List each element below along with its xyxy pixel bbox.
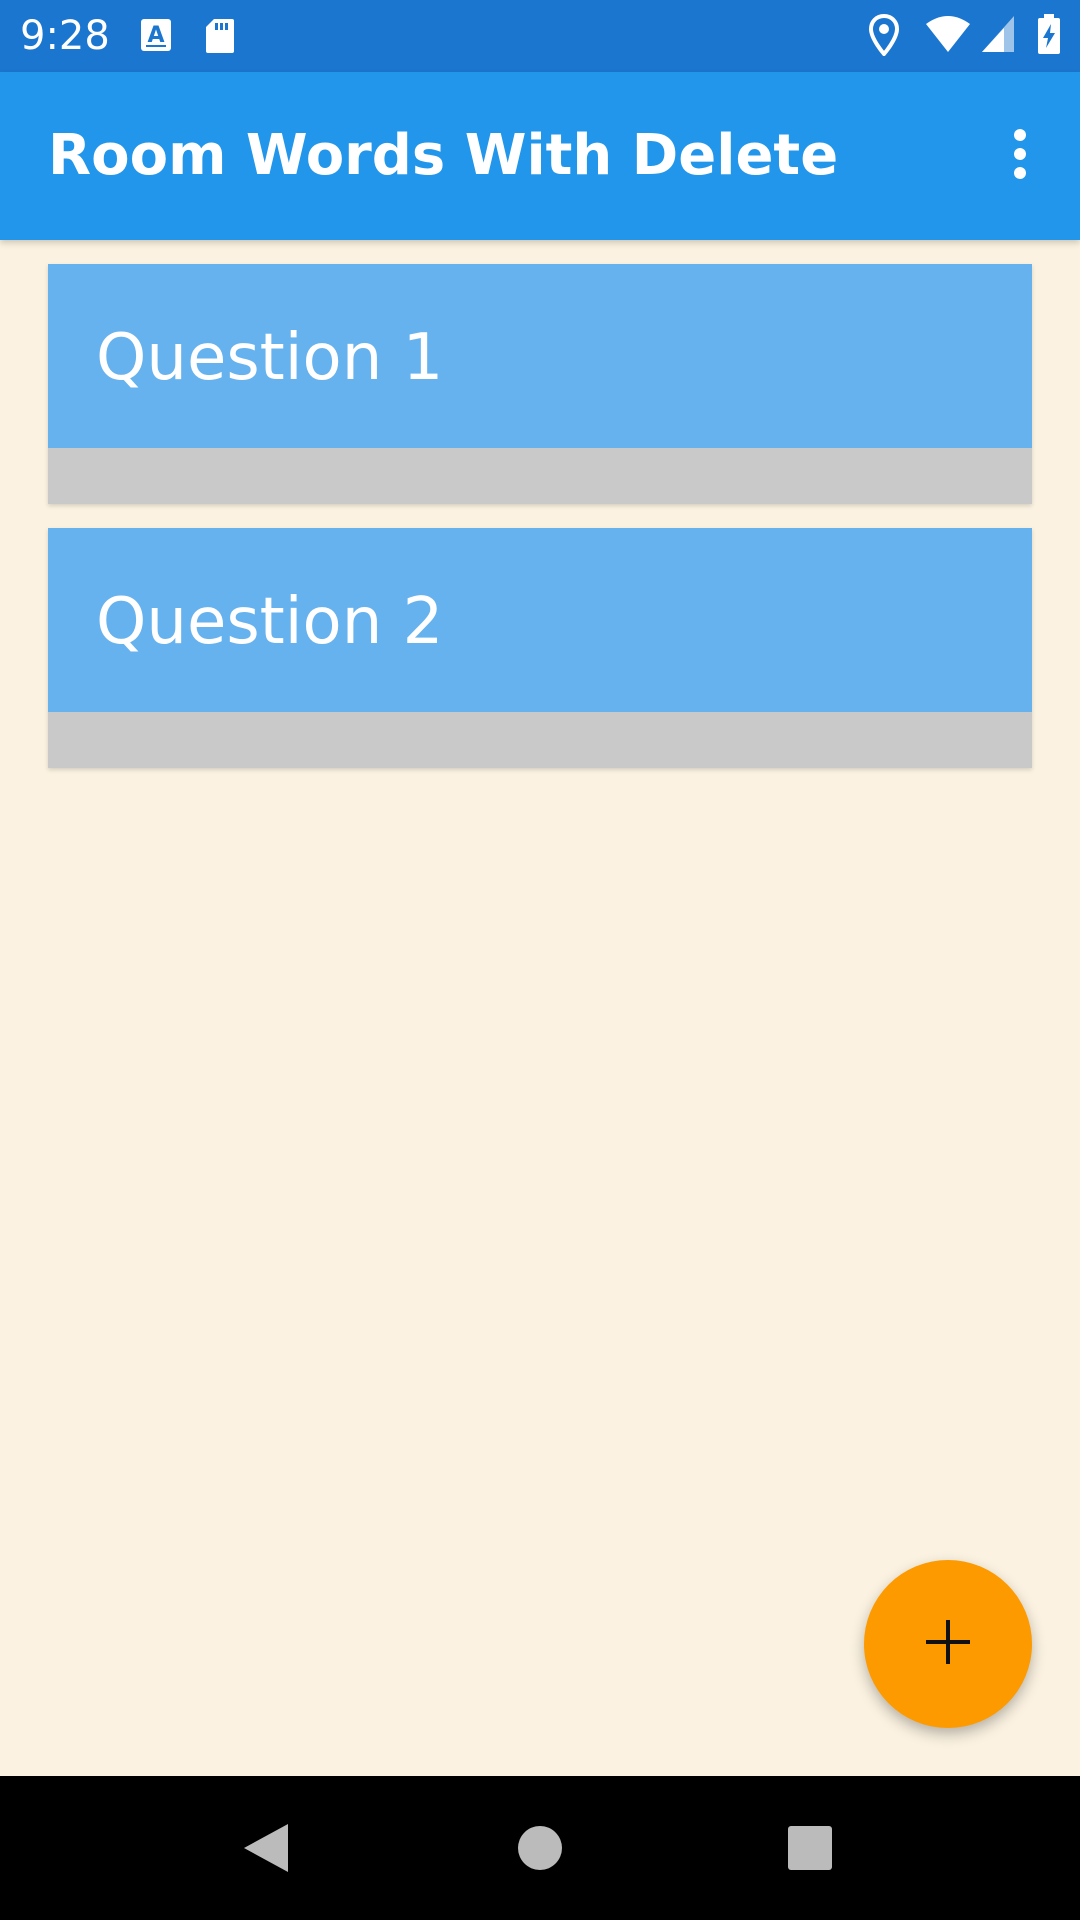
wifi-icon: [924, 14, 972, 58]
sd-card-icon: [205, 18, 235, 58]
status-time: 9:28: [20, 13, 110, 59]
navigation-bar: [0, 1776, 1080, 1920]
list-item-header: Question 2: [48, 528, 1032, 712]
back-icon: [228, 1824, 308, 1892]
font-a-icon: A: [140, 18, 172, 56]
home-icon: [500, 1826, 580, 1892]
svg-text:A: A: [147, 23, 164, 48]
battery-charging-icon: [1036, 14, 1062, 60]
recents-button[interactable]: [770, 1808, 850, 1888]
list-item-header: Question 1: [48, 264, 1032, 448]
list-item-label: Question 2: [96, 585, 444, 659]
status-bar: 9:28 A: [0, 0, 1080, 72]
app-bar: Room Words With Delete: [0, 72, 1080, 240]
location-pin-icon: [868, 13, 900, 60]
overflow-menu-button[interactable]: [988, 116, 1052, 196]
cellular-signal-icon: [980, 14, 1016, 58]
plus-icon: [926, 1620, 970, 1668]
list-item[interactable]: Question 2: [48, 528, 1032, 768]
more-vert-icon: [1010, 128, 1030, 184]
recents-icon: [770, 1826, 850, 1892]
list-item-label: Question 1: [96, 321, 444, 395]
app-title: Room Words With Delete: [48, 123, 839, 188]
word-list: Question 1 Question 2: [48, 264, 1032, 792]
add-word-button[interactable]: [864, 1560, 1032, 1728]
list-item[interactable]: Question 1: [48, 264, 1032, 504]
home-button[interactable]: [500, 1808, 580, 1888]
back-button[interactable]: [228, 1808, 308, 1888]
